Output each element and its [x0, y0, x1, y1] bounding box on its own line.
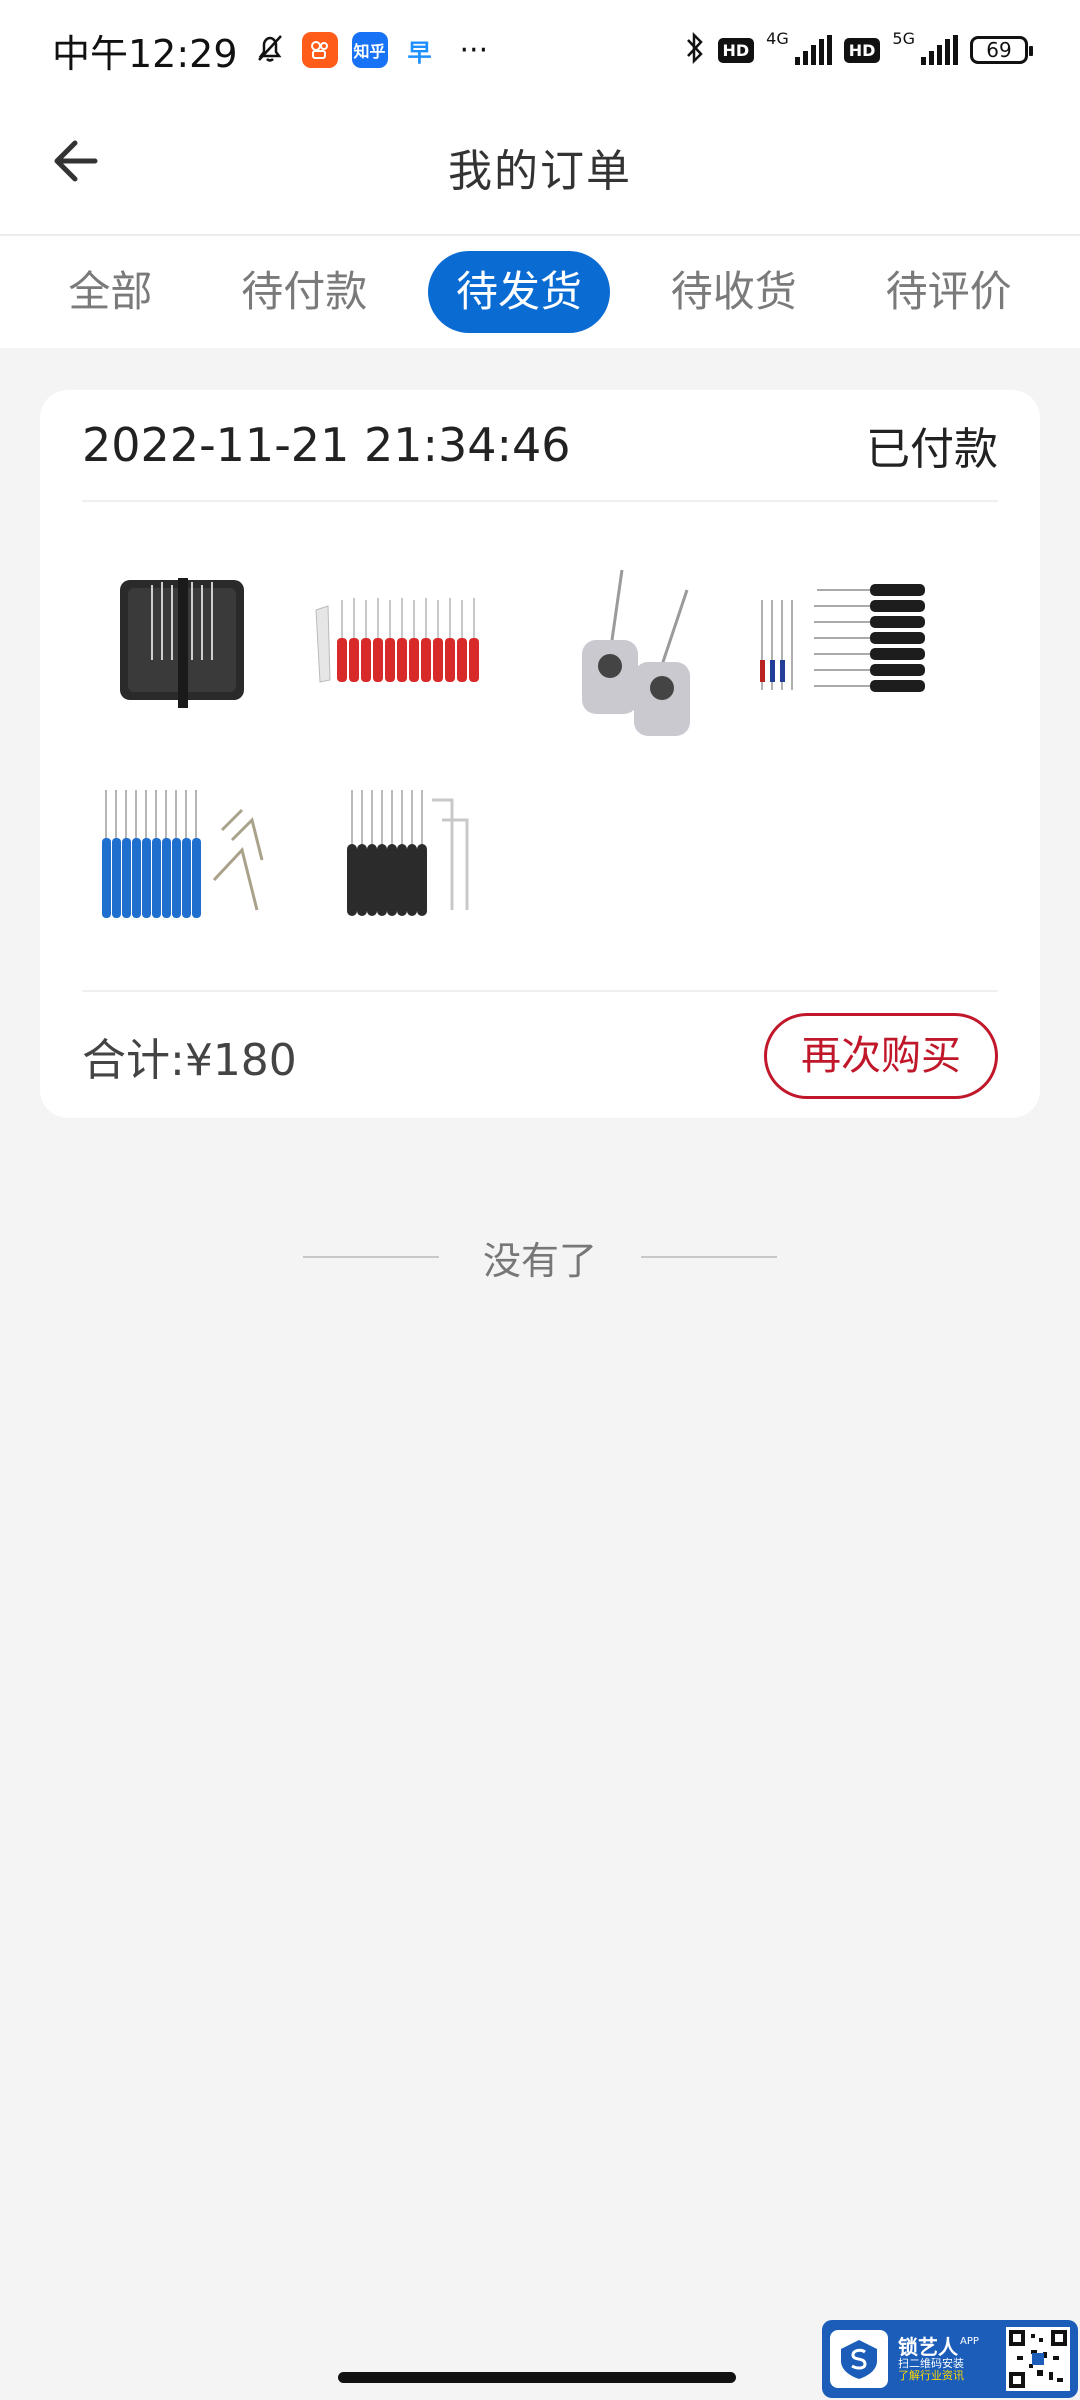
product-thumb-silver-tags[interactable]: [522, 540, 722, 740]
hd-badge: HD: [717, 37, 755, 63]
order-card[interactable]: 2022-11-21 21:34:46 已付款 合计:¥180 再次购买: [40, 390, 1040, 1118]
list-end-text: 没有了: [482, 1238, 597, 1283]
signal-icon: [921, 35, 958, 65]
promo-banner: 锁艺人 APP 扫二维码安装 了解行业资讯: [822, 2320, 1078, 2398]
bluetooth-icon: [684, 30, 706, 70]
bell-muted-icon: [252, 30, 288, 70]
page-header: 我的订单: [0, 100, 1080, 234]
kuaishou-icon: [301, 32, 338, 68]
home-indicator[interactable]: [338, 2372, 736, 2383]
network-type: 4G: [766, 28, 789, 48]
promo-name: 锁艺人: [898, 2334, 958, 2359]
order-status: 已付款: [866, 424, 998, 475]
divider-line: [302, 1256, 439, 1258]
list-end-indicator: 没有了: [0, 1222, 1080, 1292]
page-title: 我的订单: [448, 146, 632, 197]
signal-icon: [794, 35, 832, 65]
order-card-header: 2022-11-21 21:34:46 已付款: [82, 390, 998, 502]
back-button[interactable]: [44, 134, 102, 192]
tab-pending-receipt[interactable]: 待收货: [643, 251, 825, 333]
tab-pending-review[interactable]: 待评价: [858, 251, 1040, 333]
tab-pending-payment[interactable]: 待付款: [213, 251, 395, 333]
order-card-footer: 合计:¥180 再次购买: [82, 990, 998, 1120]
qr-code-icon: [1006, 2327, 1070, 2391]
tab-pending-shipment[interactable]: 待发货: [427, 251, 610, 333]
shield-logo-icon: [830, 2330, 888, 2388]
battery-icon: 69: [970, 36, 1033, 64]
product-thumb-red-picks[interactable]: [302, 540, 502, 740]
buy-again-button[interactable]: 再次购买: [764, 1013, 998, 1099]
promo-line2: 了解行业资讯: [898, 2369, 964, 2382]
order-tabs: 全部 待付款 待发货 待收货 待评价: [0, 236, 1080, 348]
tab-all[interactable]: 全部: [40, 251, 180, 333]
product-thumb-black-drivers[interactable]: [742, 540, 942, 740]
product-thumb-blue-picks[interactable]: [82, 760, 282, 960]
arrow-left-icon: [47, 135, 99, 191]
status-time: 中午12:29: [52, 31, 238, 76]
promo-app-tag: APP: [960, 2335, 979, 2347]
hd-badge: HD: [843, 37, 881, 63]
divider-line: [641, 1256, 777, 1258]
product-thumb-black-picks[interactable]: [302, 760, 502, 960]
order-datetime: 2022-11-21 21:34:46: [82, 418, 571, 472]
network-type: 5G: [892, 28, 915, 48]
more-notifications: ···: [459, 32, 489, 68]
zhihu-icon: 知乎: [351, 32, 388, 68]
app-icon: 早: [401, 32, 438, 68]
product-thumb-black-pouch[interactable]: [82, 540, 282, 740]
status-bar: 中午12:29 知乎 早 ··· HD 4G HD 5G 69: [0, 0, 1080, 100]
order-total: 合计:¥180: [82, 1035, 297, 1086]
battery-level: 69: [986, 38, 1012, 62]
